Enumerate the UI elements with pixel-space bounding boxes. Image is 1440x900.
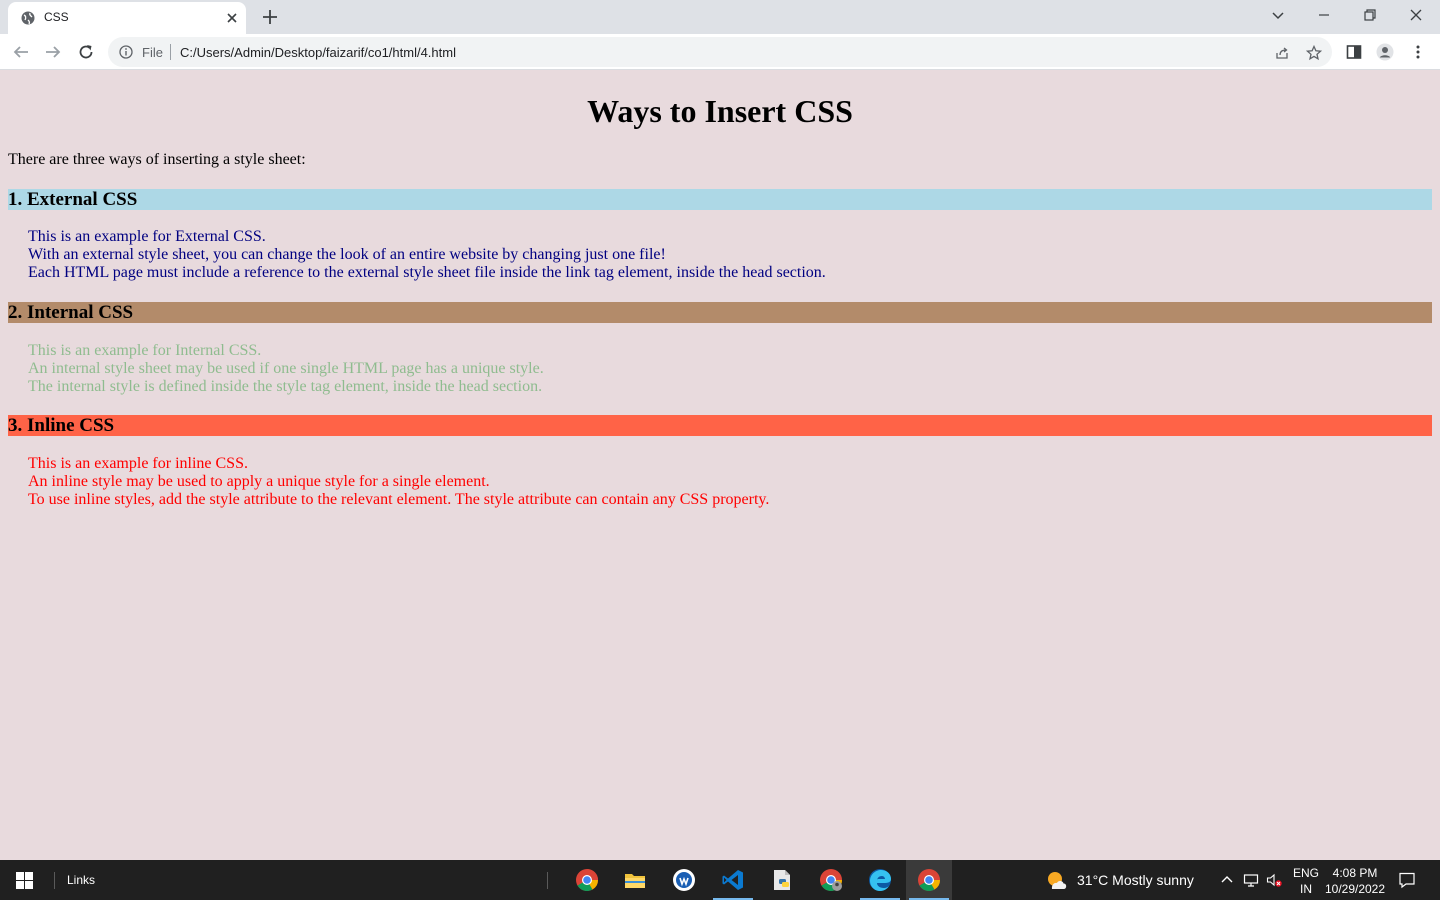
minimize-icon[interactable] <box>1316 7 1332 23</box>
page-title: Ways to Insert CSS <box>587 93 853 129</box>
close-window-icon[interactable] <box>1408 7 1424 23</box>
weather-text[interactable]: 31°C Mostly sunny <box>1077 872 1194 888</box>
body-line: Each HTML page must include a reference … <box>28 264 826 281</box>
new-tab-icon[interactable] <box>261 8 279 26</box>
tab-title: CSS <box>44 10 69 24</box>
clock-date: 10/29/2022 <box>1324 882 1386 896</box>
section-heading-inline: 3. Inline CSS <box>8 415 1432 436</box>
divider <box>54 872 55 889</box>
chrome-icon <box>918 869 940 891</box>
url-scheme: File <box>142 45 163 60</box>
side-panel-icon[interactable] <box>1345 43 1363 61</box>
restore-icon[interactable] <box>1362 7 1378 23</box>
clock-time: 4:08 PM <box>1332 866 1378 880</box>
network-icon[interactable] <box>1243 872 1259 888</box>
weather-sun-cloud-icon[interactable] <box>1046 870 1068 890</box>
notification-icon[interactable] <box>1398 871 1416 889</box>
body-line: With an external style sheet, you can ch… <box>28 246 666 263</box>
chrome-profile-icon <box>820 869 842 891</box>
links-toolbar[interactable]: Links <box>67 873 95 887</box>
tab-strip: CSS <box>0 0 1440 34</box>
taskbar-app-button[interactable] <box>661 860 707 900</box>
intro-text: There are three ways of inserting a styl… <box>8 151 306 168</box>
chrome-icon <box>576 869 598 891</box>
python-file-icon <box>774 870 790 890</box>
lang-code: ENG <box>1293 866 1320 880</box>
taskbar-chrome-profile-button[interactable] <box>808 860 854 900</box>
back-arrow-icon[interactable] <box>12 43 30 61</box>
section-body-external: This is an example for External CSS. Wit… <box>28 228 826 282</box>
taskbar-chrome-active-button[interactable] <box>906 860 952 900</box>
region-code: IN <box>1300 882 1312 896</box>
body-line: An inline style may be used to apply a u… <box>28 473 490 490</box>
windows-start-icon[interactable] <box>16 872 33 889</box>
forward-arrow-icon[interactable] <box>44 43 62 61</box>
chevron-up-icon[interactable] <box>1219 872 1235 888</box>
input-language[interactable]: ENG IN <box>1293 865 1319 897</box>
browser-tab[interactable]: CSS <box>8 2 246 34</box>
section-heading-external: 1. External CSS <box>8 189 1432 210</box>
volume-muted-icon[interactable] <box>1266 872 1282 888</box>
section-heading-internal: 2. Internal CSS <box>8 302 1432 323</box>
divider <box>547 872 548 889</box>
edge-icon <box>869 869 891 891</box>
url-text[interactable]: C:/Users/Admin/Desktop/faizarif/co1/html… <box>180 45 456 60</box>
vscode-icon <box>722 870 743 890</box>
info-icon[interactable] <box>119 45 133 59</box>
clock[interactable]: 4:08 PM 10/29/2022 <box>1323 865 1387 897</box>
taskbar-edge-button[interactable] <box>857 860 903 900</box>
profile-avatar-icon[interactable] <box>1376 43 1394 61</box>
browser-toolbar: File C:/Users/Admin/Desktop/faizarif/co1… <box>0 34 1440 70</box>
more-menu-icon[interactable] <box>1409 43 1427 61</box>
page-content: Ways to Insert CSS There are three ways … <box>0 71 1440 860</box>
globe-icon <box>21 11 35 25</box>
body-line: The internal style is defined inside the… <box>28 378 543 395</box>
taskbar-python-file-button[interactable] <box>759 860 805 900</box>
body-line: An internal style sheet may be used if o… <box>28 360 544 377</box>
bookmark-star-icon[interactable] <box>1306 45 1322 61</box>
section-body-internal: This is an example for Internal CSS. An … <box>28 342 544 396</box>
body-line: This is an example for External CSS. <box>28 228 266 245</box>
body-line: This is an example for Internal CSS. <box>28 342 262 359</box>
folder-icon <box>625 874 645 888</box>
close-tab-icon[interactable] <box>224 10 240 26</box>
taskbar-chrome-button[interactable] <box>564 860 610 900</box>
section-body-inline: This is an example for inline CSS. An in… <box>28 455 769 509</box>
reload-icon[interactable] <box>77 43 95 61</box>
address-bar[interactable]: File C:/Users/Admin/Desktop/faizarif/co1… <box>108 37 1332 67</box>
body-line: To use inline styles, add the style attr… <box>28 491 770 508</box>
divider <box>170 44 171 60</box>
share-icon[interactable] <box>1274 45 1290 61</box>
taskbar: Links 31°C Mostly sunny ENG IN 4:08 PM 1… <box>0 860 1440 900</box>
taskbar-file-explorer-button[interactable] <box>612 860 658 900</box>
body-line: This is an example for inline CSS. <box>28 455 248 472</box>
tab-search-chevron-icon[interactable] <box>1270 7 1286 23</box>
app-icon <box>673 869 695 891</box>
taskbar-vscode-button[interactable] <box>710 860 756 900</box>
